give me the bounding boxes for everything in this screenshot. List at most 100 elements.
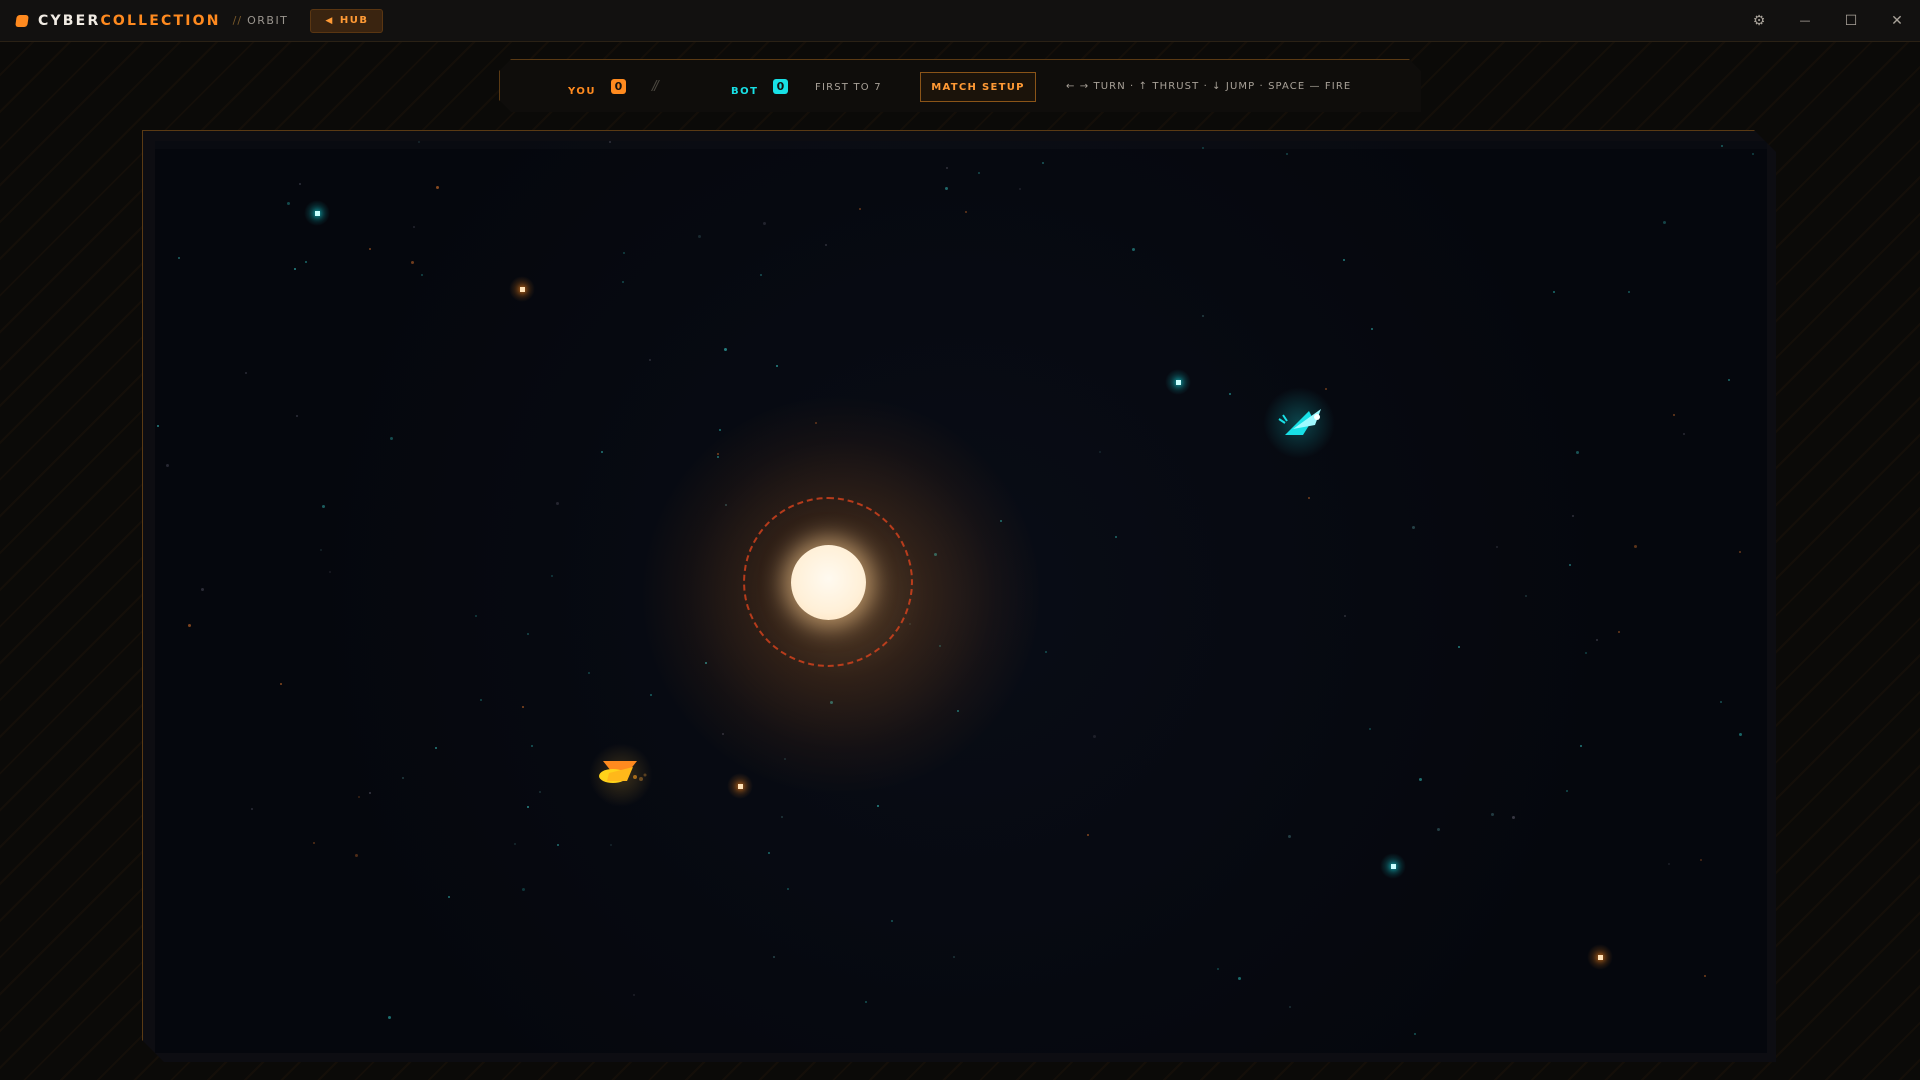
star <box>418 141 420 143</box>
star <box>1618 631 1620 633</box>
star <box>1585 652 1587 654</box>
star <box>369 248 371 250</box>
minimize-button[interactable]: — <box>1782 0 1828 41</box>
star <box>527 633 529 635</box>
star <box>1343 259 1345 261</box>
play-field[interactable] <box>155 141 1767 1053</box>
breadcrumb: ORBIT <box>247 14 289 27</box>
star <box>1437 828 1440 831</box>
star <box>287 202 290 205</box>
star <box>1566 790 1568 792</box>
star <box>1344 615 1346 617</box>
star <box>601 451 603 453</box>
star <box>1512 816 1515 819</box>
star <box>1325 388 1327 390</box>
star <box>201 588 204 591</box>
star <box>522 706 524 708</box>
star <box>891 920 893 922</box>
star <box>1238 977 1241 980</box>
star <box>390 437 393 440</box>
star <box>1286 153 1288 155</box>
star <box>1721 145 1723 147</box>
star <box>1202 147 1204 149</box>
star <box>781 816 783 818</box>
star <box>719 429 721 431</box>
star <box>1673 414 1675 416</box>
star <box>1412 526 1415 529</box>
bot-label: BOT <box>731 86 759 97</box>
sun <box>791 545 866 620</box>
star <box>1720 701 1722 703</box>
star <box>402 777 404 779</box>
star <box>1458 646 1460 648</box>
star <box>1369 728 1371 730</box>
star <box>1569 564 1571 566</box>
bot-score-value: 0 <box>776 80 785 93</box>
window-controls: ⚙ — ☐ ✕ <box>1736 0 1920 41</box>
star <box>623 252 625 254</box>
star <box>1042 162 1044 164</box>
star <box>1700 859 1702 861</box>
match-setup-button[interactable]: MATCH SETUP <box>920 72 1036 102</box>
settings-button[interactable]: ⚙ <box>1736 0 1782 41</box>
star <box>610 844 612 846</box>
star <box>1752 153 1754 155</box>
star <box>1371 328 1373 330</box>
star <box>1576 451 1579 454</box>
star <box>965 211 967 213</box>
star <box>358 796 360 798</box>
star <box>166 464 169 467</box>
star <box>369 792 371 794</box>
star <box>1683 433 1685 435</box>
star <box>1739 551 1741 553</box>
star <box>522 888 525 891</box>
star <box>1704 975 1706 977</box>
star <box>1093 735 1096 738</box>
star <box>953 956 955 958</box>
star <box>245 372 247 374</box>
star <box>1525 595 1527 597</box>
star <box>527 806 529 808</box>
star <box>768 852 770 854</box>
maximize-button[interactable]: ☐ <box>1828 0 1874 41</box>
star <box>551 575 553 577</box>
bot-projectile <box>1176 380 1181 385</box>
breadcrumb-separator: // <box>232 14 243 27</box>
player-label: YOU <box>568 86 597 97</box>
star <box>760 274 762 276</box>
star <box>355 854 358 857</box>
brand-logo-icon <box>15 14 29 27</box>
star <box>305 261 307 263</box>
bot-ship <box>1278 409 1321 435</box>
star <box>296 415 298 417</box>
star <box>322 505 325 508</box>
star <box>436 186 439 189</box>
star <box>1634 545 1637 548</box>
star <box>421 274 423 276</box>
maximize-icon: ☐ <box>1844 12 1858 29</box>
controls-hint: ← → TURN · ↑ THRUST · ↓ JUMP · SPACE — F… <box>1066 81 1352 92</box>
star <box>188 624 191 627</box>
star <box>251 808 253 810</box>
star <box>776 365 778 367</box>
versus-separator: // <box>652 79 659 94</box>
star <box>539 791 541 793</box>
star <box>1596 639 1598 641</box>
star <box>787 888 789 890</box>
hub-button[interactable]: ◀ HUB <box>310 8 384 33</box>
star <box>649 359 651 361</box>
star <box>1045 651 1047 653</box>
star <box>877 805 879 807</box>
star <box>1553 291 1555 293</box>
star <box>299 183 301 185</box>
star <box>825 244 827 246</box>
bot-projectile <box>315 211 320 216</box>
close-button[interactable]: ✕ <box>1874 0 1920 41</box>
star <box>475 615 477 617</box>
star <box>1491 813 1494 816</box>
player-projectile <box>738 784 743 789</box>
star <box>588 672 590 674</box>
star <box>329 571 331 573</box>
star <box>531 745 533 747</box>
star <box>1414 1033 1416 1035</box>
